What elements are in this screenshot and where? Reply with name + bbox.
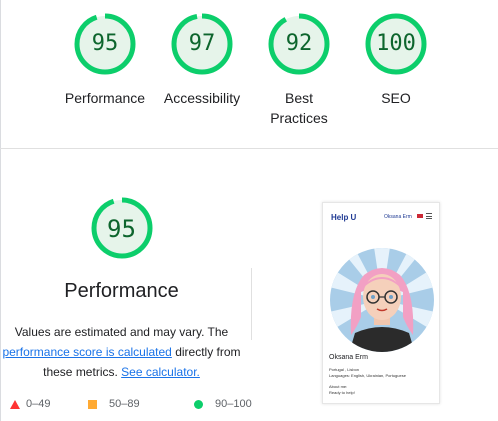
page-screenshot-thumbnail[interactable]: Help U Oksana Erm Oksana Erm Portugal , …: [322, 202, 440, 404]
avatar: [329, 247, 435, 353]
orange-square-icon: [88, 399, 97, 409]
gauge-accessibility[interactable]: 97 Accessibility: [152, 12, 252, 108]
gauge-best-practices[interactable]: 92 Best Practices: [249, 12, 349, 128]
gauge-score: 95: [91, 31, 119, 56]
thumbnail-header: Help U Oksana Erm: [323, 203, 439, 233]
gauge-label: SEO: [381, 90, 411, 106]
gauge-ring: 92: [267, 12, 331, 76]
gauge-seo[interactable]: 100 SEO: [346, 12, 446, 108]
thumbnail-user: Oksana Erm: [384, 214, 412, 220]
legend-average: 50–89: [88, 398, 140, 410]
desc-line3-text: these metrics.: [43, 365, 122, 379]
gauge-label: Performance: [64, 90, 146, 106]
legend-pass: 90–100: [194, 398, 252, 410]
thumbnail-languages: Languages: English, Ukrainian, Portugues…: [329, 373, 406, 378]
legend-fail: 0–49: [10, 398, 50, 410]
thumbnail-location: Portugal , Lisbon: [329, 367, 360, 372]
desc-mid-text: directly from: [171, 345, 241, 359]
performance-title: Performance: [64, 280, 179, 302]
thumbnail-name: Oksana Erm: [329, 354, 368, 361]
gauge-ring: 97: [170, 12, 234, 76]
performance-score-link[interactable]: performance score is calculated: [2, 345, 171, 359]
green-circle-icon: [194, 399, 203, 409]
avatar-illustration: [330, 248, 434, 352]
section-divider: [0, 148, 498, 149]
thumbnail-about-text: Ready to help!: [329, 390, 355, 395]
gauge-ring: 95: [73, 12, 137, 76]
legend-range: 90–100: [215, 398, 252, 410]
performance-gauge: 95: [90, 196, 154, 260]
gauge-performance[interactable]: 95 Performance: [55, 12, 155, 108]
gauge-score: 97: [188, 31, 216, 56]
legend-range: 50–89: [109, 398, 140, 410]
thumbnail-about-label: About me:: [329, 384, 348, 389]
gauge-ring: 100: [364, 12, 428, 76]
flag-icon: [417, 214, 423, 218]
thumbnail-logo: Help U: [331, 213, 357, 222]
gauge-label: Accessibility: [163, 90, 241, 106]
gauge-label: Best Practices: [270, 90, 328, 126]
desc-line-3: these metrics. See calculator.: [0, 362, 243, 382]
gauge-score: 92: [285, 31, 313, 56]
gauge-score: 100: [376, 31, 416, 56]
performance-description: Values are estimated and may vary. The p…: [0, 322, 243, 382]
category-gauges: 95 Performance 97 Accessibility 92 Best …: [0, 0, 498, 148]
score-legend: 0–49 50–89 90–100: [0, 398, 300, 414]
menu-icon: [426, 213, 432, 219]
see-calculator-link[interactable]: See calculator.: [121, 365, 200, 379]
performance-summary: 95 Performance: [0, 196, 243, 303]
desc-line-2: performance score is calculated directly…: [0, 342, 243, 362]
red-triangle-icon: [10, 399, 20, 409]
vertical-divider: [251, 268, 252, 340]
desc-line-1: Values are estimated and may vary. The: [14, 325, 229, 339]
performance-score: 95: [107, 215, 136, 243]
legend-range: 0–49: [26, 398, 51, 410]
